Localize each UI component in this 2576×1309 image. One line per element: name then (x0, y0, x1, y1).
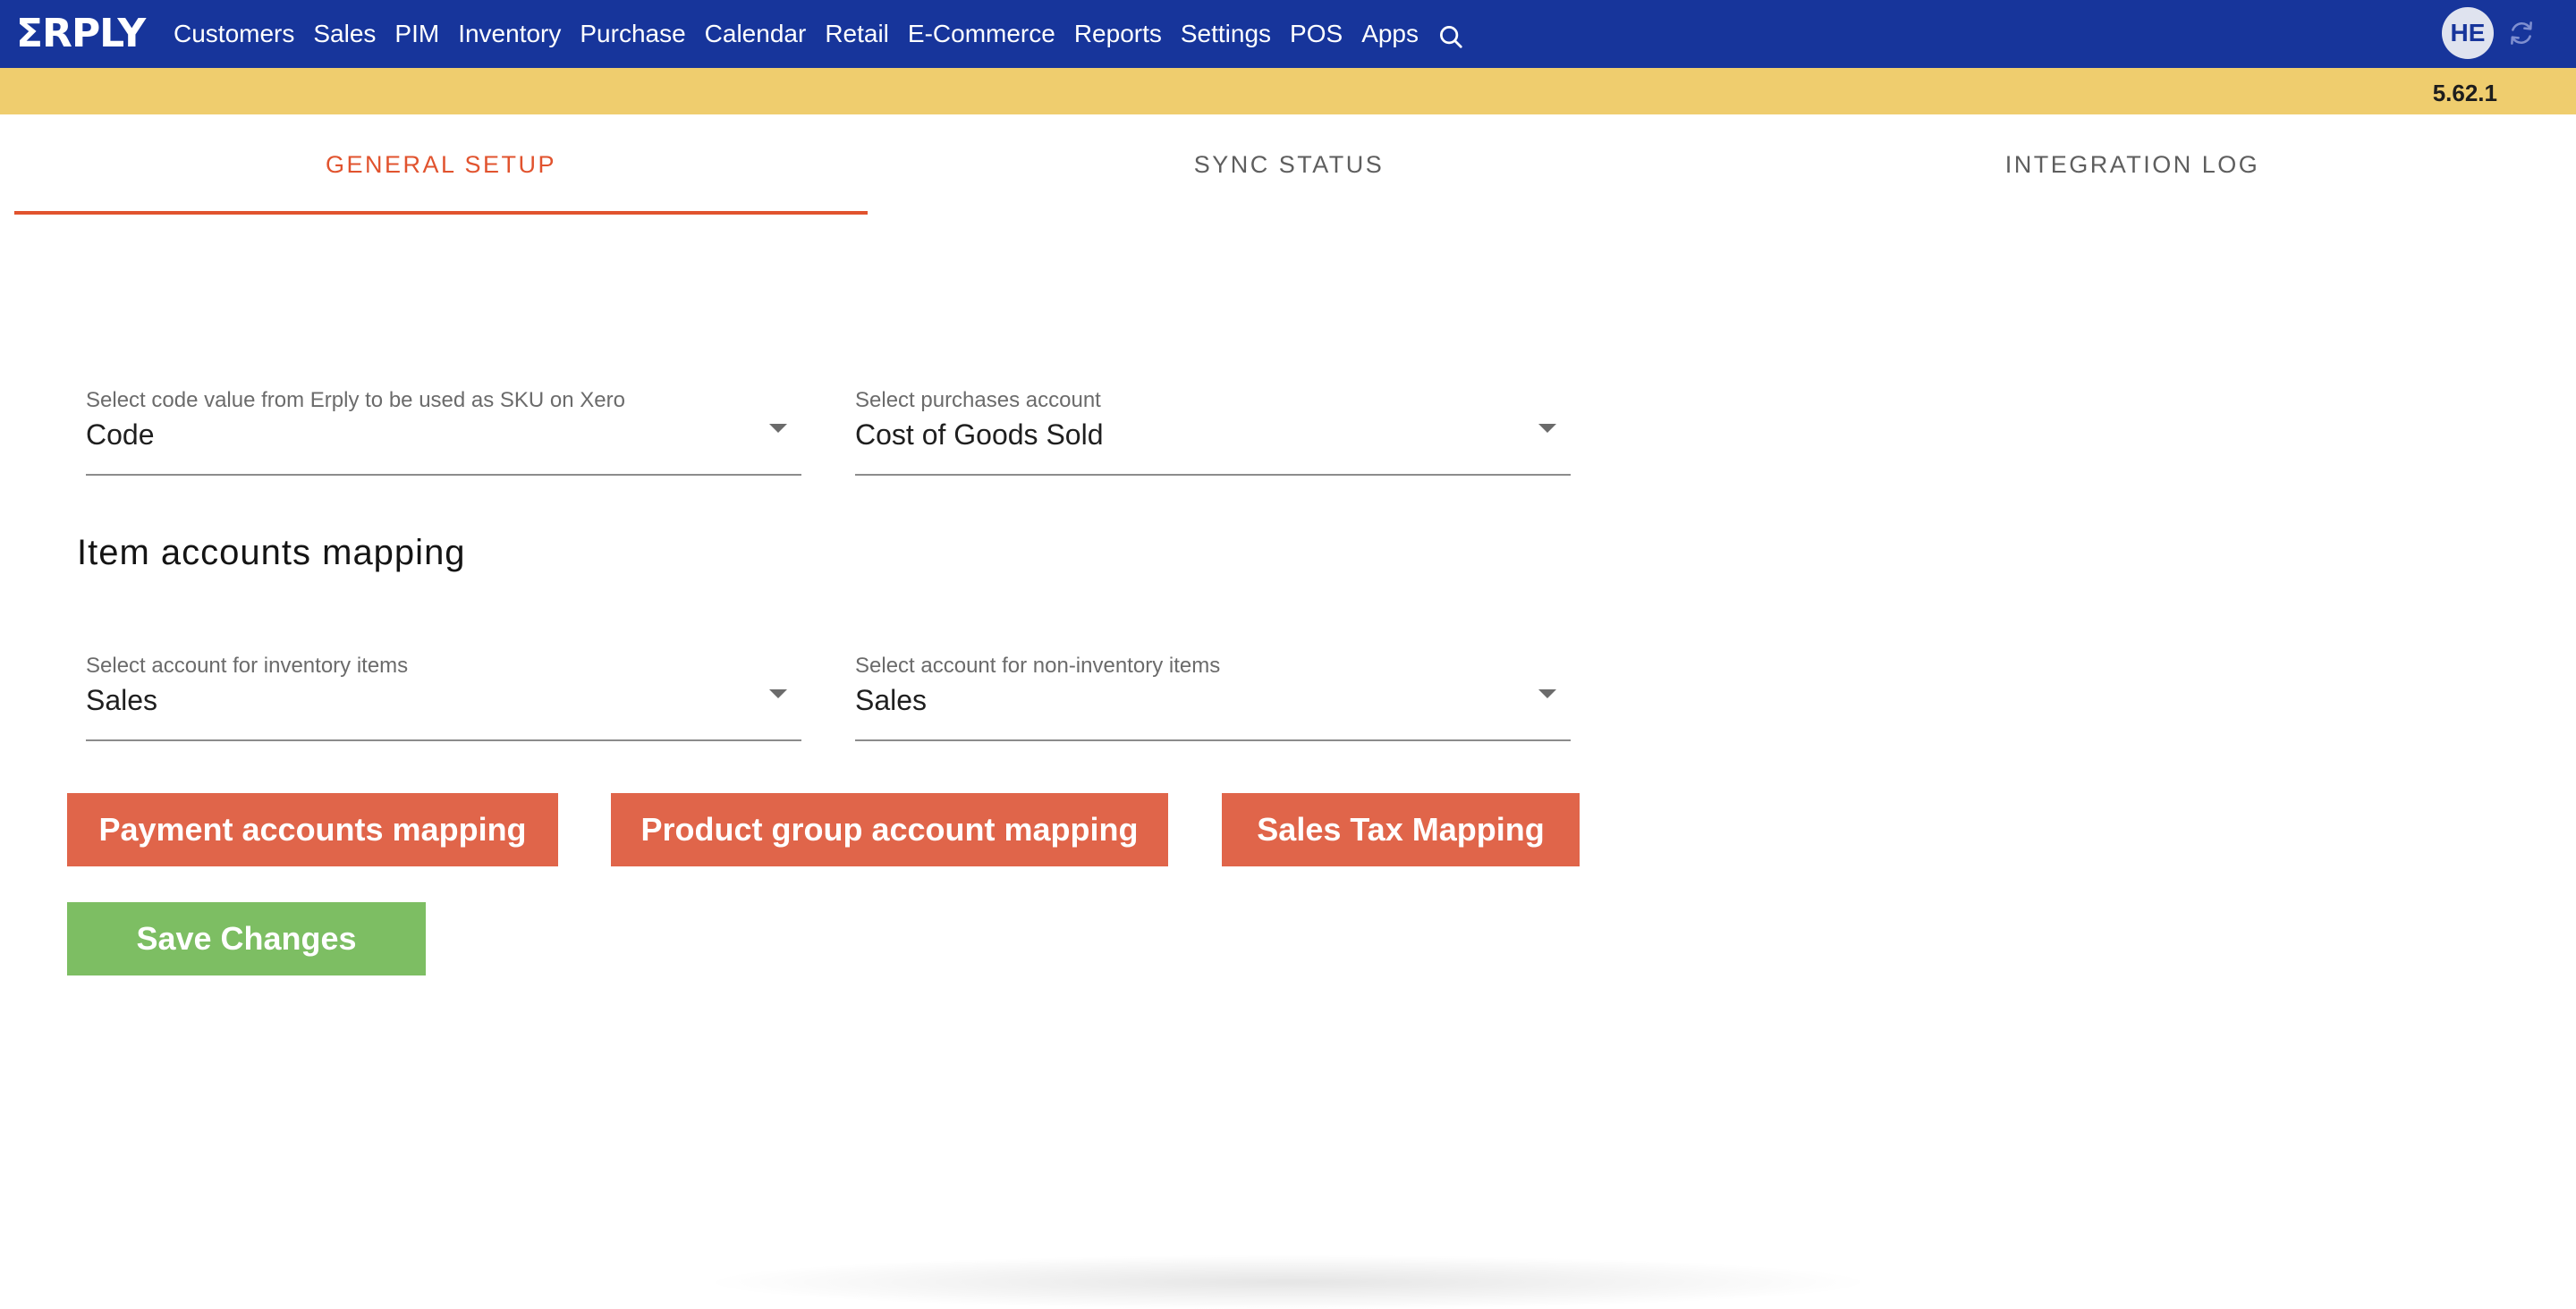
nav-item-inventory[interactable]: Inventory (458, 20, 561, 48)
inventory-account-label: Select account for inventory items (86, 654, 409, 678)
top-navigation-bar: ΣRPLY Customers Sales PIM Inventory Purc… (0, 0, 2576, 68)
inventory-account-value: Sales (86, 684, 158, 716)
non-inventory-account-select[interactable]: Select account for non-inventory items S… (855, 654, 1571, 741)
nav-item-purchase[interactable]: Purchase (580, 20, 685, 48)
non-inventory-account-value: Sales (855, 684, 928, 716)
user-avatar[interactable]: HE (2442, 7, 2494, 59)
sku-code-label: Select code value from Erply to be used … (86, 388, 625, 412)
dropdown-arrow-icon (1538, 424, 1556, 433)
item-accounts-mapping-heading: Item accounts mapping (77, 533, 466, 572)
nav-item-e-commerce[interactable]: E-Commerce (908, 20, 1055, 48)
sku-code-select[interactable]: Select code value from Erply to be used … (86, 388, 801, 476)
nav-item-retail[interactable]: Retail (825, 20, 889, 48)
dropdown-arrow-icon (769, 424, 787, 433)
dropdown-arrow-icon (769, 689, 787, 698)
nav-item-sales[interactable]: Sales (313, 20, 376, 48)
purchases-account-select[interactable]: Select purchases account Cost of Goods S… (855, 388, 1571, 476)
main-menu: Customers Sales PIM Inventory Purchase C… (174, 0, 1464, 68)
nav-item-calendar[interactable]: Calendar (705, 20, 807, 48)
nav-item-reports[interactable]: Reports (1074, 20, 1162, 48)
inventory-account-select[interactable]: Select account for inventory items Sales (86, 654, 801, 741)
nav-item-pos[interactable]: POS (1290, 20, 1343, 48)
tab-general-setup[interactable]: GENERAL SETUP (14, 114, 868, 215)
bottom-shadow (716, 1255, 1860, 1309)
nav-item-customers[interactable]: Customers (174, 20, 294, 48)
search-icon[interactable] (1437, 23, 1464, 50)
purchases-account-label: Select purchases account (855, 388, 1101, 412)
tab-bar: GENERAL SETUP SYNC STATUS INTEGRATION LO… (14, 114, 2555, 215)
payment-accounts-mapping-button[interactable]: Payment accounts mapping (67, 793, 558, 866)
non-inventory-account-label: Select account for non-inventory items (855, 654, 1221, 678)
nav-item-pim[interactable]: PIM (394, 20, 439, 48)
sales-tax-mapping-button[interactable]: Sales Tax Mapping (1222, 793, 1580, 866)
version-bar: 5.62.1 (0, 68, 2576, 114)
refresh-icon[interactable] (2506, 18, 2537, 48)
erply-logo[interactable]: ΣRPLY (16, 14, 146, 54)
purchases-account-value: Cost of Goods Sold (855, 418, 1104, 451)
product-group-account-mapping-button[interactable]: Product group account mapping (611, 793, 1168, 866)
active-tab-indicator (14, 211, 868, 215)
dropdown-arrow-icon (1538, 689, 1556, 698)
nav-item-settings[interactable]: Settings (1181, 20, 1271, 48)
tab-sync-status[interactable]: SYNC STATUS (868, 114, 1710, 215)
sku-code-value: Code (86, 418, 155, 451)
nav-item-apps[interactable]: Apps (1361, 20, 1419, 48)
version-label: 5.62.1 (2432, 80, 2497, 106)
tab-integration-log[interactable]: INTEGRATION LOG (1710, 114, 2555, 215)
save-changes-button[interactable]: Save Changes (67, 902, 426, 975)
